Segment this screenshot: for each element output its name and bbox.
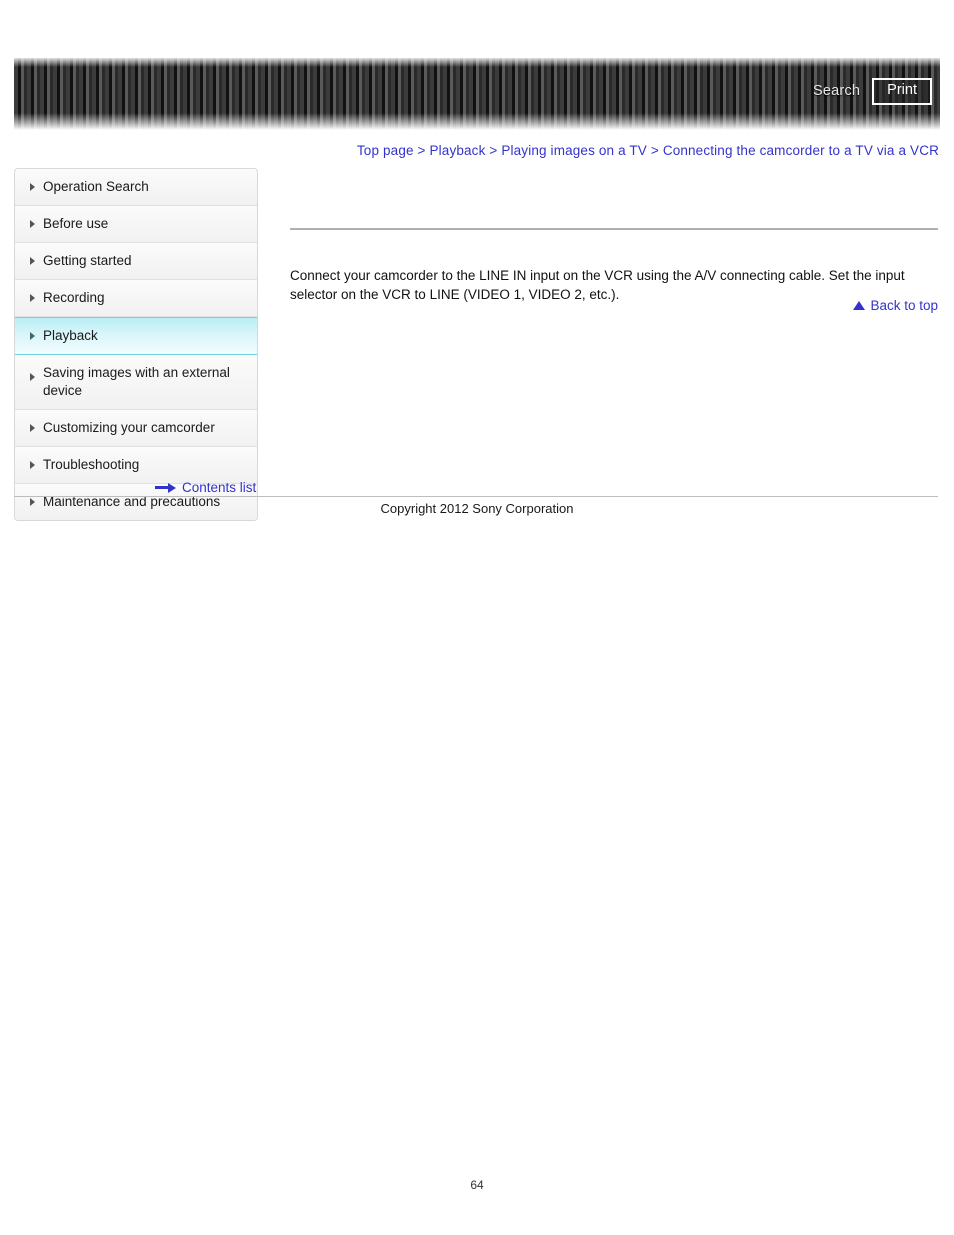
sidebar-item-recording[interactable]: Recording bbox=[15, 280, 257, 317]
page-header: Search Print bbox=[14, 58, 940, 130]
breadcrumb-separator: > bbox=[413, 143, 430, 158]
sidebar-item-before-use[interactable]: Before use bbox=[15, 206, 257, 243]
sidebar-item-getting-started[interactable]: Getting started bbox=[15, 243, 257, 280]
body-paragraph: Connect your camcorder to the LINE IN in… bbox=[290, 267, 905, 302]
sidebar-item-label: Recording bbox=[43, 290, 105, 305]
copyright-text: Copyright 2012 Sony Corporation bbox=[380, 501, 574, 516]
back-to-top-link[interactable]: Back to top bbox=[853, 298, 938, 313]
header-controls: Search Print bbox=[813, 78, 932, 105]
print-button[interactable]: Print bbox=[872, 78, 932, 105]
chevron-right-icon bbox=[30, 461, 35, 469]
footer-divider bbox=[14, 496, 938, 497]
breadcrumb-separator: > bbox=[646, 143, 663, 158]
chevron-right-icon bbox=[30, 373, 35, 381]
chevron-right-icon bbox=[30, 424, 35, 432]
sidebar-item-label: Saving images with an external device bbox=[43, 365, 230, 398]
sidebar-item-label: Playback bbox=[43, 328, 98, 343]
sidebar-item-troubleshooting[interactable]: Troubleshooting bbox=[15, 447, 257, 484]
sidebar-item-customizing-your-camcorder[interactable]: Customizing your camcorder bbox=[15, 410, 257, 447]
content-divider bbox=[290, 228, 938, 230]
breadcrumb-item-current-page[interactable]: Connecting the camcorder to a TV via a V… bbox=[663, 143, 939, 158]
header-stripe-texture bbox=[14, 58, 940, 130]
page-number: 64 bbox=[470, 1178, 484, 1192]
breadcrumb: Top page > Playback > Playing images on … bbox=[347, 143, 939, 158]
arrow-right-icon bbox=[155, 482, 177, 493]
sidebar-item-label: Before use bbox=[43, 216, 109, 231]
chevron-right-icon bbox=[30, 183, 35, 191]
sidebar-item-saving-images-with-an-external-device[interactable]: Saving images with an external device bbox=[15, 355, 257, 410]
sidebar-item-label: Customizing your camcorder bbox=[43, 420, 215, 435]
chevron-right-icon bbox=[30, 220, 35, 228]
triangle-up-icon bbox=[853, 301, 866, 310]
breadcrumb-item-playback[interactable]: Playback bbox=[430, 143, 486, 158]
contents-list-link[interactable]: Contents list bbox=[155, 480, 256, 495]
sidebar-item-playback[interactable]: Playback bbox=[15, 317, 257, 355]
sidebar-item-label: Troubleshooting bbox=[43, 457, 140, 472]
breadcrumb-separator: > bbox=[485, 143, 502, 158]
contents-list-label: Contents list bbox=[182, 480, 257, 495]
breadcrumb-item-playing-images-on-a-tv[interactable]: Playing images on a TV bbox=[501, 143, 647, 158]
chevron-right-icon bbox=[30, 294, 35, 302]
back-to-top-label: Back to top bbox=[870, 298, 938, 313]
sidebar-item-label: Getting started bbox=[43, 253, 132, 268]
sidebar-item-label: Operation Search bbox=[43, 179, 149, 194]
search-link[interactable]: Search bbox=[813, 83, 860, 99]
chevron-right-icon bbox=[30, 332, 35, 340]
sidebar-item-operation-search[interactable]: Operation Search bbox=[15, 169, 257, 206]
chevron-right-icon bbox=[30, 257, 35, 265]
breadcrumb-item-top-page[interactable]: Top page bbox=[357, 143, 414, 158]
sidebar-navigation: Operation Search Before use Getting star… bbox=[14, 168, 258, 521]
